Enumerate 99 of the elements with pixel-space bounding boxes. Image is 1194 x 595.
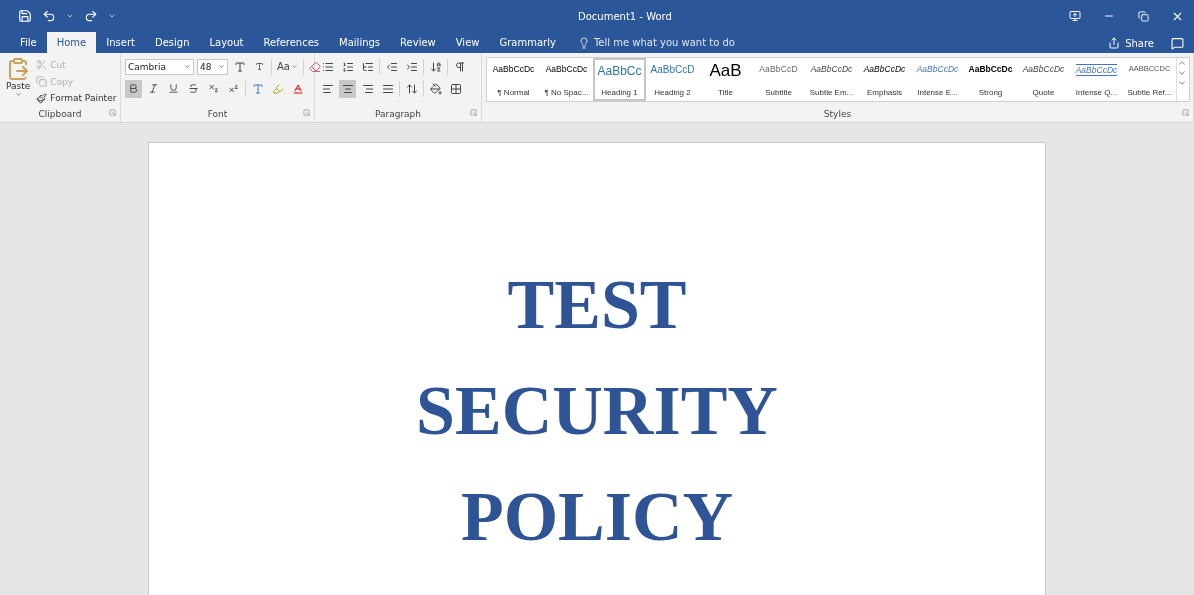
sort-icon xyxy=(429,60,442,73)
share-button[interactable]: Share xyxy=(1102,33,1160,53)
bold-icon xyxy=(128,83,139,94)
style-preview: AaBbCcDc xyxy=(1075,64,1118,76)
shrink-font-icon xyxy=(255,62,264,71)
pilcrow-icon xyxy=(453,60,466,73)
lightbulb-icon xyxy=(577,36,590,49)
monitor-icon xyxy=(1069,10,1081,22)
style-preview: AaBbCcDc xyxy=(1022,64,1065,74)
line-spacing-icon xyxy=(405,82,418,95)
ribbon-tab[interactable]: References xyxy=(253,32,330,53)
multilevel-list-icon xyxy=(361,60,374,73)
decrease-indent-icon xyxy=(385,60,398,73)
style-item[interactable]: AaBbCc Heading 1 xyxy=(593,58,646,101)
bold-button[interactable] xyxy=(125,79,142,98)
style-preview: AaBbCcDc xyxy=(916,64,959,74)
ribbon-tab[interactable]: Layout xyxy=(199,32,254,53)
style-name: Subtle Em... xyxy=(809,88,854,97)
style-name: Heading 2 xyxy=(654,88,691,97)
paste-button[interactable]: Paste xyxy=(4,57,33,106)
text-effects-icon xyxy=(251,82,264,95)
customize-icon[interactable] xyxy=(108,12,116,20)
group-label: Styles xyxy=(823,109,852,119)
bullets-icon xyxy=(321,60,334,73)
highlighter-icon xyxy=(271,82,284,95)
style-preview: AaBbCcD xyxy=(650,64,695,75)
style-preview: AaBbCcDc xyxy=(810,64,853,74)
shading-icon xyxy=(429,82,442,95)
font-size-field[interactable]: 48 xyxy=(197,58,228,75)
ribbon-tab[interactable]: Review xyxy=(390,32,446,53)
style-name: Heading 1 xyxy=(601,88,638,97)
caret-icon xyxy=(184,63,191,70)
group-label: Paragraph xyxy=(374,109,422,119)
borders-icon xyxy=(449,82,462,95)
style-preview: AaBbCcDc xyxy=(492,64,535,74)
ribbon-tab[interactable]: View xyxy=(445,32,490,53)
style-name: Subtle Ref... xyxy=(1127,88,1172,97)
style-name: Intense Q... xyxy=(1075,88,1118,97)
style-preview: AaBbCc xyxy=(597,64,642,78)
style-preview: AaB xyxy=(709,64,742,78)
scroll-up-icon[interactable] xyxy=(1177,58,1187,68)
change-case-button[interactable]: Aa xyxy=(275,57,300,76)
increase-indent-icon xyxy=(405,60,418,73)
italic-icon xyxy=(148,83,159,94)
painter-button[interactable]: Format Painter xyxy=(36,90,117,106)
style-preview: AaBbCcDc xyxy=(545,64,588,74)
group-label: Clipboard xyxy=(38,109,82,119)
caret-icon xyxy=(218,63,225,70)
ribbon-tab[interactable]: Mailings xyxy=(329,32,391,53)
style-name: ¶ Normal xyxy=(497,88,530,97)
caret-icon[interactable] xyxy=(66,12,74,20)
style-name: Title xyxy=(718,88,733,97)
tell-me-field[interactable]: Tell me what you want to do xyxy=(593,37,735,48)
align-right-icon xyxy=(361,82,374,95)
subscript-icon xyxy=(208,83,219,94)
align-left-icon xyxy=(321,82,334,95)
caret-icon xyxy=(290,63,298,70)
style-preview: AaBbCcDc xyxy=(968,64,1013,74)
style-preview: AaBbCcD xyxy=(759,64,798,74)
ribbon-tab[interactable]: Grammarly xyxy=(489,32,566,53)
undo-icon[interactable] xyxy=(42,9,56,23)
eraser-icon xyxy=(309,60,322,73)
strikethrough-icon xyxy=(188,83,199,94)
style-name: Quote xyxy=(1032,88,1055,97)
style-name: Intense E... xyxy=(917,88,958,97)
font-name-field[interactable]: Cambria xyxy=(125,58,194,75)
scissors-icon xyxy=(36,59,48,71)
style-name: Subtitle xyxy=(765,88,792,97)
grow-font-icon xyxy=(233,60,246,73)
heading-text: TEST xyxy=(507,271,687,339)
heading-text: SECURITY xyxy=(416,377,778,445)
share-icon xyxy=(1108,37,1121,49)
group-label: Font xyxy=(207,109,228,119)
style-preview: AaBbCcDc xyxy=(863,64,906,74)
superscript-icon xyxy=(228,83,239,94)
style-name: ¶ No Spac... xyxy=(544,88,589,97)
clipboard-icon xyxy=(6,57,31,81)
ribbon-tab[interactable]: Design xyxy=(144,32,200,53)
font-color-icon xyxy=(291,82,304,95)
style-name: Emphasis xyxy=(866,88,903,97)
style-name: Strong xyxy=(978,88,1003,97)
ribbon-tab[interactable]: Home xyxy=(46,32,97,53)
scroll-down-icon[interactable] xyxy=(1177,68,1187,78)
save-icon[interactable] xyxy=(18,9,32,23)
redo-icon[interactable] xyxy=(84,9,98,23)
numbering-icon xyxy=(341,60,354,73)
ribbon-tab[interactable]: Insert xyxy=(96,32,145,53)
caret-icon xyxy=(14,91,22,98)
align-center-icon xyxy=(341,82,354,95)
window-title: Document1 - Word xyxy=(578,10,673,22)
restore-icon xyxy=(1137,10,1149,22)
align-justify-icon xyxy=(381,82,394,95)
copy-icon xyxy=(36,76,48,87)
comment-icon xyxy=(1170,36,1184,50)
paintbrush-icon xyxy=(36,92,48,104)
align-center-button[interactable] xyxy=(339,79,356,98)
heading-text: POLICY xyxy=(460,483,734,551)
underline-icon xyxy=(168,83,179,94)
ribbon-tab[interactable]: File xyxy=(10,32,47,53)
